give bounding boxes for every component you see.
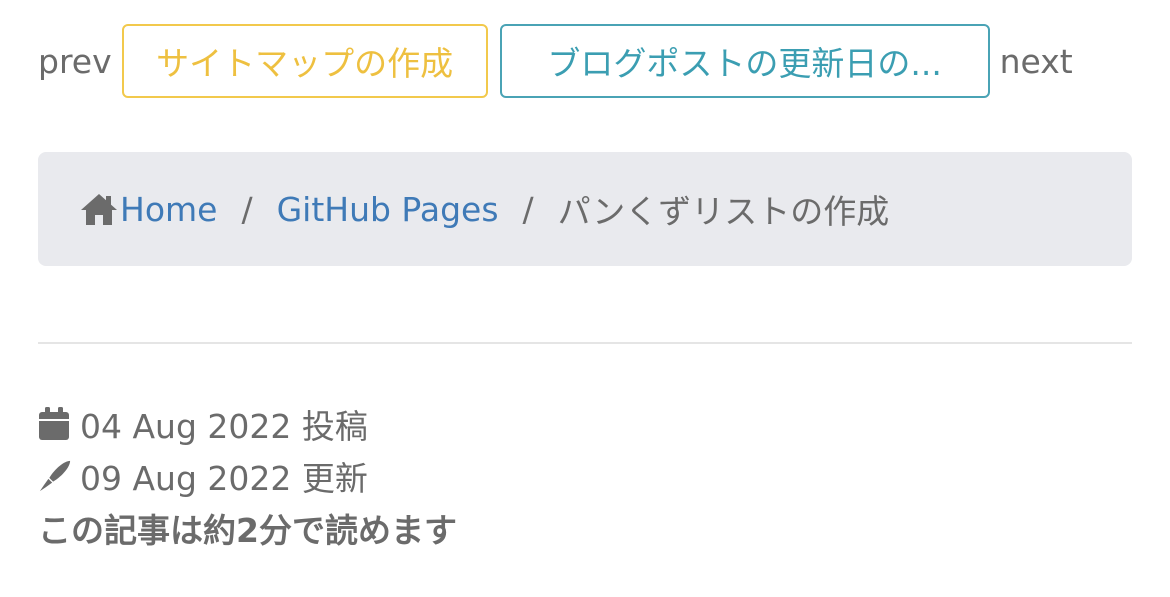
next-label: next (999, 41, 1073, 81)
post-pager: prev サイトマップの作成 ブログポストの更新日の... next (38, 22, 1073, 100)
pen-icon (38, 458, 72, 494)
calendar-icon (38, 406, 72, 442)
divider (38, 342, 1132, 344)
post-meta: 04 Aug 2022 投稿 09 Aug 2022 更新 この記事は約2分で読… (38, 398, 457, 554)
breadcrumb-separator: / (241, 189, 253, 229)
breadcrumb-home-link[interactable]: Home (78, 190, 217, 229)
posted-date-line: 04 Aug 2022 投稿 (38, 398, 457, 450)
home-icon (78, 191, 120, 227)
breadcrumb-category-link[interactable]: GitHub Pages (277, 190, 499, 229)
breadcrumb-current: パンくずリストの作成 (557, 192, 890, 231)
updated-date: 09 Aug 2022 更新 (80, 459, 368, 498)
posted-date: 04 Aug 2022 投稿 (80, 407, 368, 446)
breadcrumb-home-label: Home (120, 189, 218, 229)
prev-post-button[interactable]: サイトマップの作成 (121, 24, 488, 98)
breadcrumb-separator: / (522, 189, 534, 229)
updated-date-line: 09 Aug 2022 更新 (38, 450, 457, 502)
prev-label: prev (38, 41, 112, 81)
breadcrumb: Home / GitHub Pages / パンくずリストの作成 (38, 152, 1132, 266)
next-post-button[interactable]: ブログポストの更新日の... (499, 24, 990, 98)
reading-time: この記事は約2分で読めます (38, 511, 457, 550)
